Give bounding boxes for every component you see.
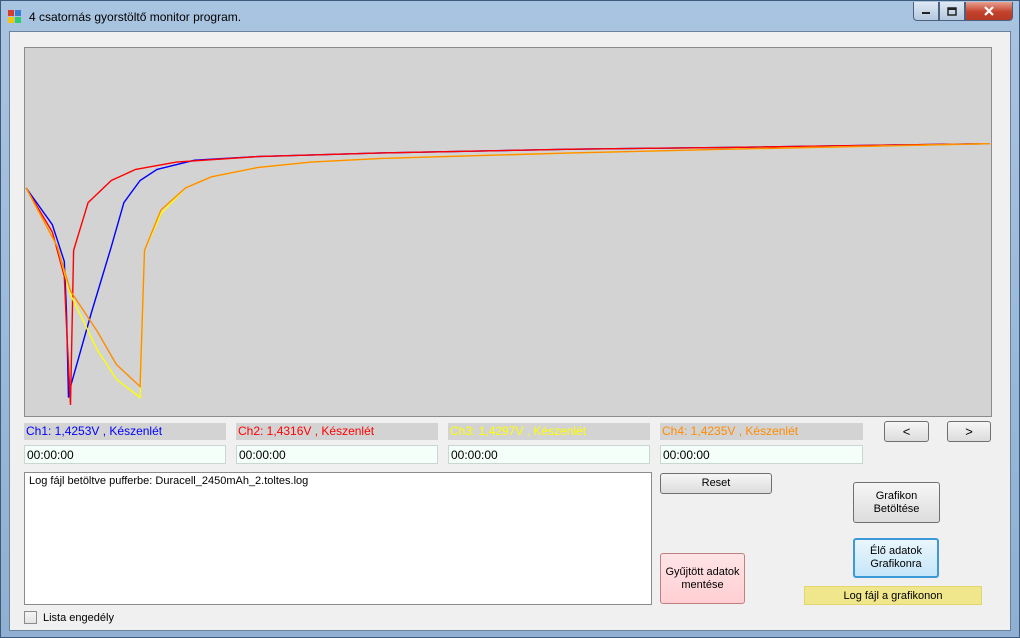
list-enable-checkbox[interactable]: Lista engedély [24,611,114,624]
channel-4-label: Ch4: 1,4235V , Készenlét [662,424,799,438]
maximize-button[interactable] [939,2,965,21]
app-window: 4 csatornás gyorstöltő monitor program. … [0,0,1020,638]
channel-3-time: 00:00:00 [448,445,650,464]
next-button[interactable]: > [947,421,991,442]
channel-3-status: Ch3: 1,4297V , Készenlét [448,423,650,440]
title-bar: 4 csatornás gyorstöltő monitor program. [1,1,1019,31]
channel-1-status: Ch1: 1,4253V , Készenlét [24,423,226,440]
close-button[interactable] [965,2,1013,21]
reset-button[interactable]: Reset [660,473,772,494]
minimize-button[interactable] [913,2,939,21]
channel-3-label: Ch3: 1,4297V , Készenlét [450,424,587,438]
channel-1-label: Ch1: 1,4253V , Készenlét [26,424,163,438]
close-icon [984,6,994,16]
list-enable-label: Lista engedély [43,611,114,624]
channel-2-time: 00:00:00 [236,445,438,464]
chart-series-2-line [25,143,991,406]
checkbox-box[interactable] [24,611,37,624]
voltage-chart [24,47,992,417]
channel-1-time: 00:00:00 [24,445,226,464]
window-title: 4 csatornás gyorstöltő monitor program. [29,10,242,24]
channel-2-status: Ch2: 1,4316V , Készenlét [236,423,438,440]
load-chart-button[interactable]: Grafikon Betöltése [853,482,940,523]
chart-plot [25,143,991,406]
maximize-icon [947,6,957,16]
app-icon [8,10,21,23]
chart-series-4-line [25,143,991,389]
chart-series-1-line [25,143,991,398]
channel-4-time: 00:00:00 [660,445,863,464]
log-line: Log fájl betöltve pufferbe: Duracell_245… [29,475,309,487]
save-collected-button[interactable]: Gyűjtött adatok mentése [660,553,745,604]
client-area: Ch1: 1,4253V , Készenlét Ch2: 1,4316V , … [9,31,1011,631]
channel-4-status: Ch4: 1,4235V , Készenlét [660,423,863,440]
status-label: Log fájl a grafikonon [804,586,982,605]
prev-button[interactable]: < [884,421,929,442]
minimize-icon [922,12,930,14]
channel-2-label: Ch2: 1,4316V , Készenlét [238,424,375,438]
live-to-chart-button[interactable]: Élő adatok Grafikonra [853,538,939,578]
chart-series-3-line [25,143,991,399]
log-listbox[interactable]: Log fájl betöltve pufferbe: Duracell_245… [24,472,652,605]
